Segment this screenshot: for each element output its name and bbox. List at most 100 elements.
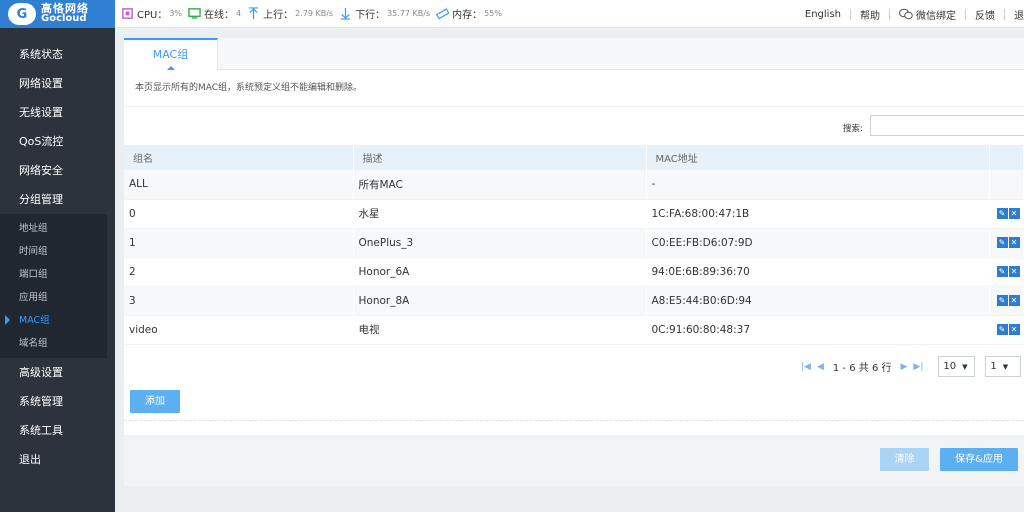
edit-icon[interactable]: ✎	[996, 295, 1008, 306]
submenu-item-mac-group[interactable]: MAC组	[0, 309, 107, 332]
sidebar-item-qos[interactable]: QoS流控	[0, 127, 115, 156]
prev-page-icon[interactable]: ◀	[817, 362, 824, 372]
submenu-item-time-group[interactable]: 时间组	[0, 240, 107, 263]
cell-group-name: 3	[124, 286, 354, 316]
search-row: 搜索:	[124, 107, 1024, 145]
language-english-link[interactable]: English	[805, 9, 841, 20]
memory-icon	[436, 8, 450, 20]
add-button[interactable]: 添加	[130, 390, 180, 413]
cell-mac-address: A8:E5:44:B0:6D:94	[646, 286, 990, 316]
sidebar-item-system-status[interactable]: 系统状态	[0, 40, 115, 69]
sidebar-item-wireless-settings[interactable]: 无线设置	[0, 98, 115, 127]
sidebar-item-network-settings[interactable]: 网络设置	[0, 69, 115, 98]
memory-value: 55%	[484, 9, 502, 18]
cell-group-name: ALL	[124, 170, 354, 200]
next-page-icon[interactable]: ▶	[900, 362, 907, 372]
download-arrow-icon	[340, 7, 351, 20]
online-stat: 在线： 4	[188, 6, 241, 21]
last-page-icon[interactable]: ▶|	[913, 362, 923, 372]
cpu-stat: CPU： 3%	[121, 6, 182, 21]
table-row: 2 Honor_6A 94:0E:6B:89:36:70 ✎ ✕	[124, 257, 1024, 287]
cpu-value: 3%	[169, 9, 183, 18]
pagination: |◀ ◀ 1 - 6 共 6 行 ▶ ▶| 10 ▼ 1 ▼	[798, 356, 1022, 377]
group-submenu: 地址组 时间组 端口组 应用组 MAC组 域名组	[0, 214, 107, 358]
download-value: 35.77 KB/s	[387, 9, 431, 18]
column-header-mac-address[interactable]: MAC地址	[646, 145, 990, 170]
delete-icon[interactable]: ✕	[1008, 295, 1020, 306]
mac-group-table: 组名 描述 MAC地址 ALL 所有MAC - 0 水星 1C:FA:68:00…	[124, 145, 1024, 345]
cell-description: Honor_6A	[353, 257, 647, 287]
cell-actions: ✎ ✕	[989, 228, 1024, 258]
submenu-item-port-group[interactable]: 端口组	[0, 263, 107, 286]
page-summary: 1 - 6 共 6 行	[832, 363, 892, 374]
wechat-bind-link[interactable]: 微信绑定	[916, 7, 956, 22]
cpu-icon	[122, 8, 133, 19]
cell-actions	[989, 170, 1024, 200]
edit-icon[interactable]: ✎	[996, 324, 1008, 335]
cell-mac-address: 0C:91:60:80:48:37	[646, 315, 990, 345]
column-header-description[interactable]: 描述	[353, 145, 647, 170]
chevron-down-icon: ▼	[1002, 363, 1009, 371]
column-header-group-name[interactable]: 组名	[124, 145, 354, 170]
help-link[interactable]: 帮助	[860, 7, 880, 22]
delete-icon[interactable]: ✕	[1008, 266, 1020, 277]
submenu-item-address-group[interactable]: 地址组	[0, 217, 107, 240]
search-input[interactable]	[870, 115, 1024, 136]
sidebar-item-system-tools[interactable]: 系统工具	[0, 416, 115, 445]
table-header-row: 组名 描述 MAC地址	[124, 145, 1024, 170]
delete-icon[interactable]: ✕	[1008, 237, 1020, 248]
logo[interactable]: G 高恪网络 Gocloud	[0, 0, 115, 28]
divider	[850, 8, 851, 20]
save-apply-button[interactable]: 保存&应用	[940, 448, 1018, 471]
sidebar: G 高恪网络 Gocloud 系统状态 网络设置 无线设置 QoS流控 网络安全…	[0, 0, 115, 512]
upload-value: 2.79 KB/s	[295, 9, 334, 18]
upload-label: 上行：	[263, 10, 294, 21]
cell-group-name: video	[124, 315, 354, 345]
sidebar-item-network-security[interactable]: 网络安全	[0, 156, 115, 185]
sidebar-item-logout[interactable]: 退出	[0, 445, 115, 474]
monitor-icon	[188, 8, 201, 19]
upload-stat: 上行： 2.79 KB/s	[247, 6, 333, 21]
cell-description: 所有MAC	[353, 170, 647, 200]
exit-link[interactable]: 退	[1014, 7, 1024, 22]
cell-description: 电视	[353, 315, 647, 345]
feedback-link[interactable]: 反馈	[975, 7, 995, 22]
cell-actions: ✎ ✕	[989, 199, 1024, 229]
cell-mac-address: 94:0E:6B:89:36:70	[646, 257, 990, 287]
edit-icon[interactable]: ✎	[996, 237, 1008, 248]
cell-actions: ✎ ✕	[989, 286, 1024, 316]
table-row: video 电视 0C:91:60:80:48:37 ✎ ✕	[124, 315, 1024, 345]
divider	[124, 420, 1024, 421]
cell-group-name: 0	[124, 199, 354, 229]
first-page-icon[interactable]: |◀	[801, 362, 811, 372]
page-size-select[interactable]: 10 ▼	[938, 356, 976, 377]
cell-mac-address: -	[646, 170, 990, 200]
main-nav: 系统状态 网络设置 无线设置 QoS流控 网络安全 分组管理 地址组 时间组 端…	[0, 40, 115, 474]
column-header-actions	[989, 145, 1024, 170]
memory-stat: 内存： 55%	[436, 6, 502, 21]
cell-mac-address: 1C:FA:68:00:47:1B	[646, 199, 990, 229]
edit-icon[interactable]: ✎	[996, 208, 1008, 219]
cell-group-name: 1	[124, 228, 354, 258]
sidebar-item-system-management[interactable]: 系统管理	[0, 387, 115, 416]
delete-icon[interactable]: ✕	[1008, 324, 1020, 335]
page-number-select[interactable]: 1 ▼	[985, 356, 1022, 377]
clear-button[interactable]: 清除	[880, 448, 929, 471]
divider	[889, 8, 890, 20]
sidebar-item-advanced-settings[interactable]: 高级设置	[0, 358, 115, 387]
delete-icon[interactable]: ✕	[1008, 208, 1020, 219]
sidebar-item-group-management[interactable]: 分组管理	[0, 185, 115, 214]
cell-mac-address: C0:EE:FB:D6:07:9D	[646, 228, 990, 258]
table-row: 0 水星 1C:FA:68:00:47:1B ✎ ✕	[124, 199, 1024, 229]
submenu-item-app-group[interactable]: 应用组	[0, 286, 107, 309]
cpu-label: CPU：	[137, 10, 168, 21]
page-description: 本页显示所有的MAC组，系统预定义组不能编辑和删除。	[124, 70, 1024, 107]
table-row: ALL 所有MAC -	[124, 170, 1024, 200]
cell-actions: ✎ ✕	[989, 257, 1024, 287]
submenu-item-domain-group[interactable]: 域名组	[0, 332, 107, 355]
online-value: 4	[236, 9, 242, 18]
edit-icon[interactable]: ✎	[996, 266, 1008, 277]
chevron-down-icon: ▼	[962, 363, 968, 371]
footer-bar: 清除 保存&应用	[124, 435, 1024, 486]
cell-description: 水星	[353, 199, 647, 229]
